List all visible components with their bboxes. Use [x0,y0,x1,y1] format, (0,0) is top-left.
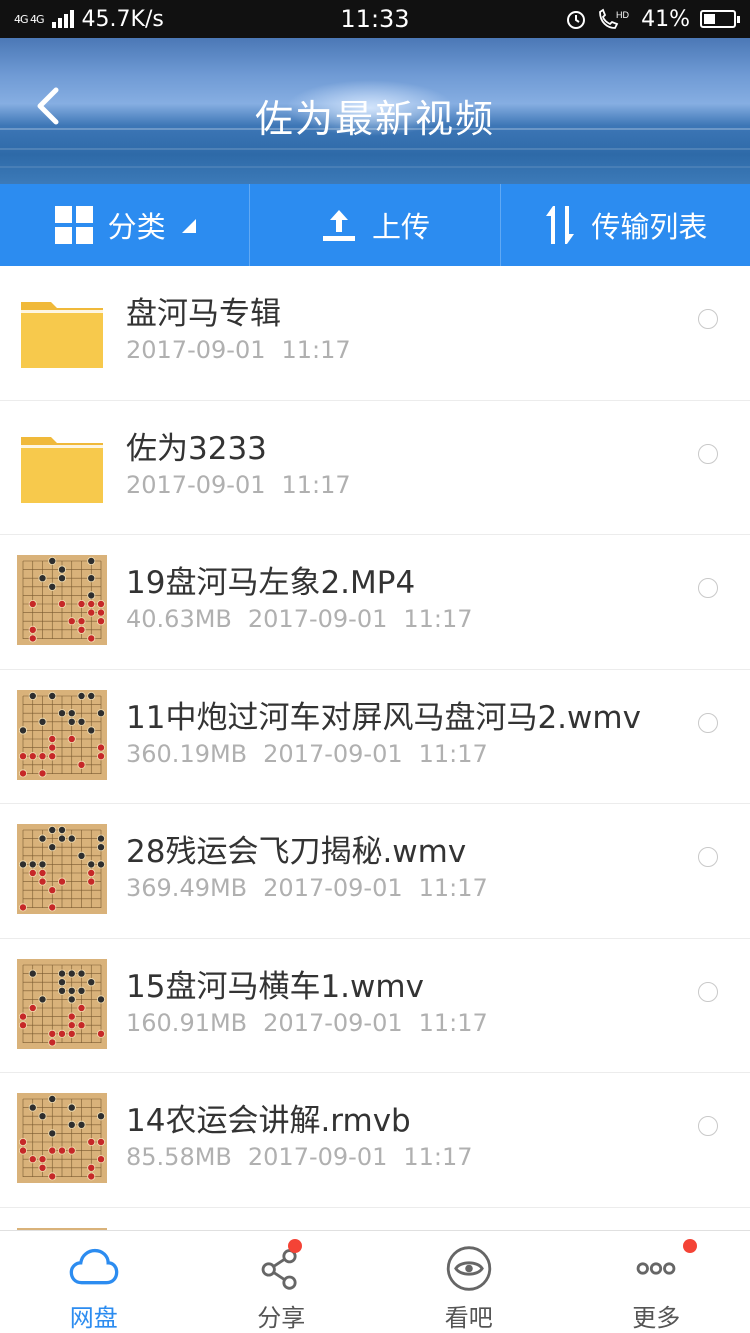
upload-icon [322,210,355,241]
video-thumbnail-icon [17,824,107,914]
file-size: 85.58MB [126,1143,232,1171]
file-name: 28残运会飞刀揭秘.wmv [126,834,467,870]
more-icon [636,1262,676,1275]
list-item[interactable]: 15盘河马横车1.wmv 160.91MB 2017-09-01 11:17 [0,939,750,1073]
grid-icon [54,206,93,244]
notification-badge [287,1239,302,1253]
file-size: 160.91MB [126,1008,248,1037]
file-meta: 160.91MB 2017-09-01 11:17 [126,1009,488,1037]
cloud-icon [69,1248,119,1285]
file-name: 11中炮过河车对屏风马盘河马2.wmv [126,699,641,736]
upload-button[interactable]: 上传 [250,184,501,266]
tab-more-label: 更多 [632,1304,681,1332]
select-radio[interactable] [698,1116,718,1136]
tab-watch-label: 看吧 [444,1304,493,1332]
select-radio[interactable] [698,712,718,733]
select-radio[interactable] [698,847,718,867]
select-radio[interactable] [698,578,718,598]
video-thumbnail-icon [17,1093,107,1183]
list-item[interactable]: 佐为3233 2017-09-01 11:17 [0,401,750,535]
file-name: 15盘河马横车1.wmv [126,968,424,1005]
file-name: 盘河马专辑 [126,296,281,332]
battery-icon [700,10,740,28]
file-list: 盘河马专辑 2017-09-01 11:17 佐为3233 2017-09-01 11:1… [0,266,750,1333]
file-meta: 369.49MB 2017-09-01 11:17 [126,874,488,902]
file-name: 佐为3233 [126,430,267,467]
signal-icon [51,10,74,28]
svg-text:HD: HD [616,10,629,20]
list-item[interactable]: 28残运会飞刀揭秘.wmv 369.49MB 2017-09-01 11:17 [0,804,750,939]
file-time: 11:17 [403,1143,473,1171]
file-date: 2017-09-01 [247,605,388,633]
toolbar: 分类 上传 传输列表 [0,184,750,266]
folder-icon [21,302,103,368]
status-right: HD 41% [466,6,740,32]
select-radio[interactable] [698,981,718,1002]
hd-call-icon: HD [599,8,630,29]
list-item[interactable]: 19盘河马左象2.MP4 40.63MB 2017-09-01 11:17 [0,535,750,670]
list-item[interactable]: 11中炮过河车对屏风马盘河马2.wmv 360.19MB 2017-09-01 11:… [0,670,750,804]
notification-badge [682,1239,697,1253]
file-date: 2017-09-01 [263,1008,403,1037]
file-name: 14农运会讲解.rmvb [126,1103,411,1139]
status-left: 4G 4G 45.7K/s [14,7,284,32]
file-meta: 85.58MB 2017-09-01 11:17 [126,1143,473,1171]
video-thumbnail-icon [17,555,107,645]
select-radio[interactable] [698,309,718,329]
status-bar: 4G 4G 45.7K/s 11:33 HD 41% [0,0,750,38]
file-date: 2017-09-01 [263,874,403,902]
tab-share-label: 分享 [257,1304,306,1332]
list-item[interactable]: 盘河马专辑 2017-09-01 11:17 [0,266,750,401]
video-thumbnail-icon [17,689,107,780]
file-date: 2017-09-01 [247,1143,388,1171]
tab-more[interactable]: 更多 [563,1231,750,1333]
network-speed: 45.7K/s [81,6,164,32]
battery-percent: 41% [641,6,690,32]
file-time: 11:17 [418,874,488,902]
transfer-icon [546,206,575,244]
page-title: 佐为最新视频 [254,97,495,141]
file-meta: 2017-09-01 11:17 [126,336,351,364]
list-item[interactable]: 14农运会讲解.rmvb 85.58MB 2017-09-01 11:17 [0,1073,750,1208]
tab-watch[interactable]: 看吧 [375,1231,563,1333]
battery-level [704,14,716,24]
select-radio[interactable] [698,443,718,464]
file-time: 11:17 [418,1008,488,1037]
file-meta: 40.63MB 2017-09-01 11:17 [126,605,473,633]
category-label: 分类 [107,210,166,244]
header-wave [0,166,750,168]
eye-icon [446,1246,491,1291]
tab-disk[interactable]: 网盘 [0,1231,188,1333]
file-time: 11:17 [418,739,488,768]
transfer-list-button[interactable]: 传输列表 [501,184,750,266]
file-meta: 360.19MB 2017-09-01 11:17 [126,740,488,768]
status-time: 11:33 [340,5,410,33]
tab-share[interactable]: 分享 [188,1231,376,1333]
file-size: 360.19MB [126,739,248,768]
header-wave [0,148,750,150]
category-button[interactable]: 分类 [0,184,251,266]
network-indicator: 4G 4G [14,12,45,26]
file-time: 11:17 [281,336,351,364]
alarm-icon [567,11,586,29]
transfer-label: 传输列表 [591,210,708,244]
file-name: 19盘河马左象2.MP4 [126,565,416,601]
triangle-down-icon [181,219,196,233]
file-meta: 2017-09-01 11:17 [126,471,351,499]
tab-disk-label: 网盘 [69,1304,118,1332]
file-time: 11:17 [281,470,351,499]
file-date: 2017-09-01 [126,336,266,364]
bottom-nav: 网盘 分享 看吧 更多 [0,1230,750,1333]
file-date: 2017-09-01 [263,739,403,768]
upload-label: 上传 [371,210,430,244]
file-size: 369.49MB [126,874,248,902]
video-thumbnail-icon [17,958,107,1049]
file-date: 2017-09-01 [126,470,266,499]
header: 佐为最新视频 [0,38,750,184]
file-time: 11:17 [403,605,473,633]
folder-icon [21,436,103,503]
file-size: 40.63MB [126,605,232,633]
